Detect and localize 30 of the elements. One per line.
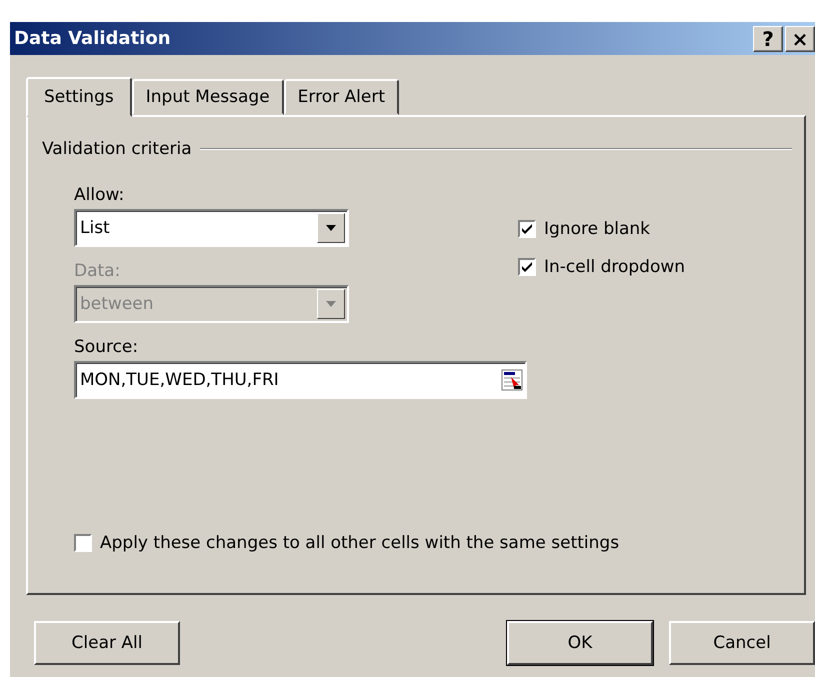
source-field[interactable]: MON,TUE,WED,THU,FRI (74, 361, 527, 399)
caret-icon (325, 300, 337, 308)
checkbox-label: Apply these changes to all other cells with the same settings (100, 533, 620, 553)
range-selector-icon[interactable] (501, 369, 523, 391)
check-icon (521, 223, 533, 235)
tab[interactable]: Error Alert (284, 79, 399, 115)
checkbox[interactable] (518, 258, 536, 276)
dialog-button[interactable]: OK (507, 621, 653, 665)
field-label: Data: (74, 261, 122, 281)
group-title: Validation criteria (42, 139, 192, 159)
tab[interactable]: Settings (26, 77, 132, 117)
checkbox[interactable] (74, 534, 92, 552)
caret-icon (325, 224, 337, 232)
checkbox[interactable] (518, 220, 536, 238)
dialog-button[interactable]: Cancel (669, 621, 815, 665)
checkbox-label: Ignore blank (544, 219, 650, 239)
field-value: MON,TUE,WED,THU,FRI (80, 370, 279, 390)
dialog-button[interactable]: Clear All (34, 621, 180, 665)
close-button[interactable]: × (785, 26, 815, 52)
dropdown-value: List (80, 218, 110, 238)
field-label: Allow: (74, 185, 126, 205)
field-label: Source: (74, 337, 140, 357)
dropdown-value: between (80, 294, 154, 314)
help-button[interactable]: ? (753, 26, 783, 52)
tab[interactable]: Input Message (132, 79, 284, 115)
checkbox-label: In-cell dropdown (544, 257, 686, 277)
window-title: Data Validation (14, 28, 171, 49)
dropdown-button[interactable] (317, 213, 345, 243)
dropdown[interactable]: List (74, 209, 349, 247)
check-icon (521, 261, 533, 273)
